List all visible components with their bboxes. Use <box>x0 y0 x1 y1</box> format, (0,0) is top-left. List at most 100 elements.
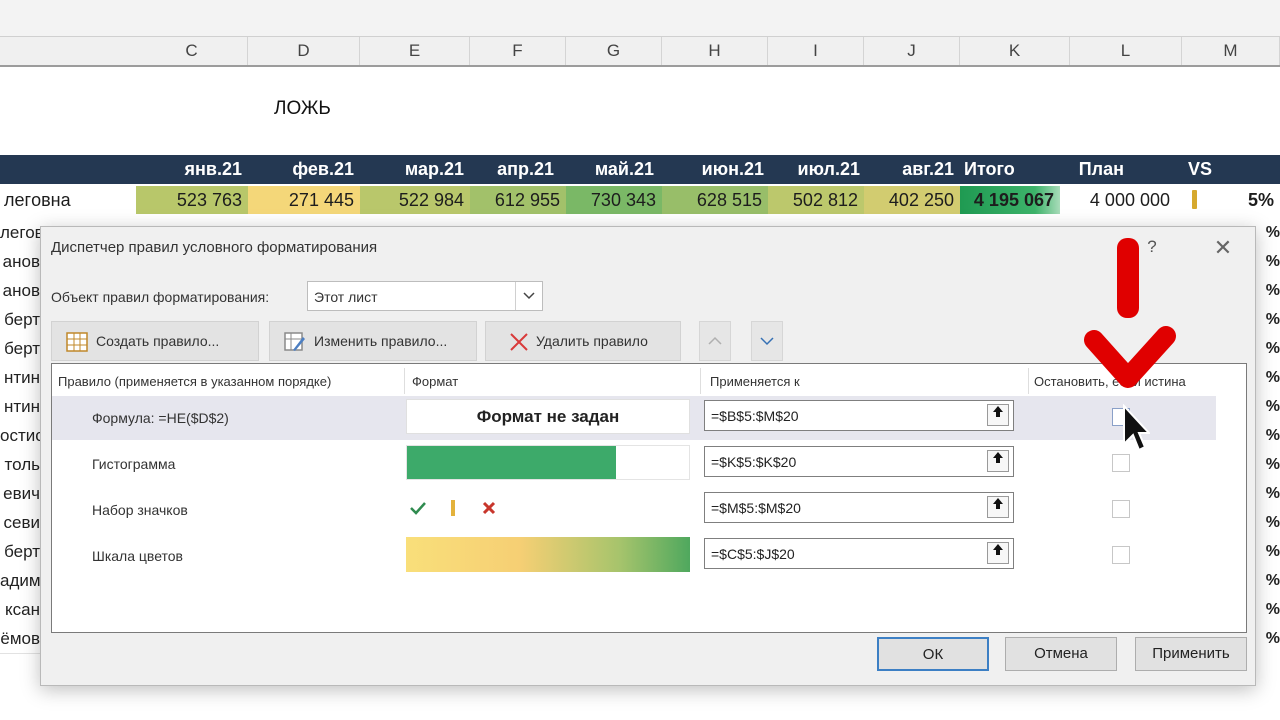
range-select-icon[interactable] <box>987 450 1009 472</box>
cell-feb[interactable]: 271 445 <box>248 186 360 214</box>
row-name-cell[interactable]: толь <box>0 450 40 480</box>
cell-jun[interactable]: 628 515 <box>662 186 768 214</box>
cell-aug[interactable]: 402 250 <box>864 186 960 214</box>
cell-jul[interactable]: 502 812 <box>768 186 864 214</box>
row-name-cell[interactable]: нтин <box>0 392 40 422</box>
row-percent-cell[interactable]: % <box>1254 479 1280 509</box>
edit-rule-button[interactable]: Изменить правило... <box>269 321 477 361</box>
stop-if-true-checkbox[interactable] <box>1112 500 1130 518</box>
row-name-cell[interactable]: анов <box>0 247 40 277</box>
apply-button[interactable]: Применить <box>1135 637 1247 671</box>
row-name-cell[interactable]: анов <box>0 276 40 306</box>
applies-to-field[interactable]: =$C$5:$J$20 <box>704 538 1014 569</box>
row-name-cell[interactable]: нтин <box>0 363 40 393</box>
header-jan[interactable]: янв.21 <box>150 155 242 184</box>
delete-rule-button[interactable]: Удалить правило <box>485 321 681 361</box>
row-percent-cell[interactable]: % <box>1254 276 1280 306</box>
row-percent-cell[interactable]: % <box>1254 421 1280 451</box>
column-header-c[interactable]: C <box>136 37 248 65</box>
cell-total[interactable]: 4 195 067 <box>960 186 1060 214</box>
row-percent-cell[interactable]: % <box>1254 305 1280 335</box>
annotation-arrow-icon <box>1084 238 1176 388</box>
header-aug[interactable]: авг.21 <box>864 155 954 184</box>
header-jul[interactable]: июл.21 <box>770 155 860 184</box>
column-header-h[interactable]: H <box>662 37 768 65</box>
row-percent-cell[interactable]: % <box>1254 247 1280 277</box>
close-button[interactable]: ✕ <box>1209 235 1237 261</box>
row-percent-cell[interactable]: % <box>1254 624 1280 654</box>
row-name-cell[interactable]: легов <box>0 218 40 248</box>
rule-row[interactable]: Набор значков =$M$5:$M$20 <box>52 488 1216 532</box>
row-percent-cell[interactable]: % <box>1254 218 1280 248</box>
header-may[interactable]: май.21 <box>566 155 654 184</box>
stop-if-true-checkbox[interactable] <box>1112 454 1130 472</box>
rule-row[interactable]: Формула: =НЕ($D$2) Формат не задан =$B$5… <box>52 396 1216 440</box>
column-header-k[interactable]: K <box>960 37 1070 65</box>
range-select-icon[interactable] <box>987 404 1009 426</box>
ribbon-strip <box>0 0 1280 36</box>
column-header-m[interactable]: M <box>1182 37 1280 65</box>
rules-table: Правило (применяется в указанном порядке… <box>51 363 1247 633</box>
row-percent-cell[interactable]: % <box>1254 392 1280 422</box>
cell-vs[interactable]: 5% <box>1230 186 1280 214</box>
chevron-down-icon <box>760 337 774 346</box>
stop-if-true-checkbox[interactable] <box>1112 546 1130 564</box>
row-name-cell[interactable]: берт <box>0 334 40 364</box>
rule-row[interactable]: Гистограмма =$K$5:$K$20 <box>52 442 1216 486</box>
header-total[interactable]: Итого <box>960 155 1022 184</box>
column-header-j[interactable]: J <box>864 37 960 65</box>
rule-name: Шкала цветов <box>92 548 183 564</box>
row-name-cell[interactable]: евич <box>0 479 40 509</box>
cell-name[interactable]: легoвна <box>0 186 136 214</box>
header-mar[interactable]: мар.21 <box>372 155 464 184</box>
row-name-cell[interactable]: берт <box>0 305 40 335</box>
cell-mar[interactable]: 522 984 <box>360 186 470 214</box>
column-header-i[interactable]: I <box>768 37 864 65</box>
row-name-cell[interactable]: ёмов <box>0 624 40 654</box>
move-down-button[interactable] <box>751 321 783 361</box>
cell-plan[interactable]: 4 000 000 <box>1070 186 1176 214</box>
cell-apr[interactable]: 612 955 <box>470 186 566 214</box>
row-name-cell[interactable]: севи <box>0 508 40 538</box>
row-percent-cell[interactable]: % <box>1254 450 1280 480</box>
column-header-f[interactable]: F <box>470 37 566 65</box>
column-format[interactable]: Формат <box>412 374 458 389</box>
header-feb[interactable]: фев.21 <box>262 155 354 184</box>
cancel-button[interactable]: Отмена <box>1005 637 1117 671</box>
exclamation-icon <box>451 500 455 516</box>
cell-jan[interactable]: 523 763 <box>136 186 248 214</box>
row-percent-cell[interactable]: % <box>1254 334 1280 364</box>
applies-to-field[interactable]: =$M$5:$M$20 <box>704 492 1014 523</box>
ok-button[interactable]: ОК <box>877 637 989 671</box>
row-percent-cell[interactable]: % <box>1254 537 1280 567</box>
cell-may[interactable]: 730 343 <box>566 186 662 214</box>
range-select-icon[interactable] <box>987 542 1009 564</box>
applies-to-field[interactable]: =$B$5:$M$20 <box>704 400 1014 431</box>
row-name-cell[interactable]: остис <box>0 421 40 451</box>
header-vs[interactable]: VS <box>1180 155 1212 184</box>
row-percent-cell[interactable]: % <box>1254 508 1280 538</box>
column-rule[interactable]: Правило (применяется в указанном порядке… <box>58 374 331 389</box>
rule-row[interactable]: Шкала цветов =$C$5:$J$20 <box>52 534 1216 578</box>
applies-to-field[interactable]: =$K$5:$K$20 <box>704 446 1014 477</box>
row-percent-cell[interactable]: % <box>1254 363 1280 393</box>
row-name-cell[interactable]: адим <box>0 566 40 596</box>
chevron-down-icon[interactable] <box>515 282 542 310</box>
row-name-cell[interactable]: ксан <box>0 595 40 625</box>
cell-false-value[interactable]: ЛОЖЬ <box>274 98 331 120</box>
row-name-cell[interactable]: берт <box>0 537 40 567</box>
column-header-d[interactable]: D <box>248 37 360 65</box>
column-header-e[interactable]: E <box>360 37 470 65</box>
new-rule-button[interactable]: Создать правило... <box>51 321 259 361</box>
scope-dropdown[interactable]: Этот лист <box>307 281 543 311</box>
move-up-button[interactable] <box>699 321 731 361</box>
header-jun[interactable]: июн.21 <box>670 155 764 184</box>
header-apr[interactable]: апр.21 <box>468 155 554 184</box>
column-header-l[interactable]: L <box>1070 37 1182 65</box>
column-header-g[interactable]: G <box>566 37 662 65</box>
row-percent-cell[interactable]: % <box>1254 595 1280 625</box>
column-applies-to[interactable]: Применяется к <box>710 374 800 389</box>
row-percent-cell[interactable]: % <box>1254 566 1280 596</box>
range-select-icon[interactable] <box>987 496 1009 518</box>
header-plan[interactable]: План <box>1070 155 1124 184</box>
